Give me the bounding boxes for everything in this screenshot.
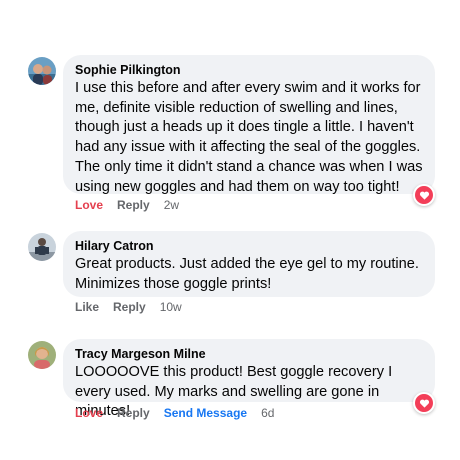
comment-text: I use this before and after every swim a… — [75, 80, 423, 195]
reaction-badge[interactable] — [413, 392, 435, 414]
send-message-button[interactable]: Send Message — [164, 405, 247, 421]
comment-author[interactable]: Hilary Catron — [75, 238, 423, 254]
comment-timestamp[interactable]: 6d — [261, 405, 274, 421]
reply-button[interactable]: Reply — [117, 197, 150, 213]
comment-bubble: Tracy Margeson Milne LOOOOOVE this produ… — [63, 339, 435, 419]
avatar[interactable] — [28, 57, 56, 85]
love-button[interactable]: Love — [75, 197, 103, 213]
comment-author[interactable]: Sophie Pilkington — [75, 62, 423, 78]
avatar[interactable] — [28, 341, 56, 369]
comment-author[interactable]: Tracy Margeson Milne — [75, 346, 423, 362]
avatar[interactable] — [28, 233, 56, 261]
comment-actions: Love Reply Send Message 6d — [75, 405, 288, 421]
comment-bubble: Sophie Pilkington I use this before and … — [63, 55, 435, 195]
love-button[interactable]: Love — [75, 405, 103, 421]
reply-button[interactable]: Reply — [117, 405, 150, 421]
heart-icon — [419, 191, 429, 200]
comment-timestamp[interactable]: 10w — [160, 299, 182, 315]
like-button[interactable]: Like — [75, 299, 99, 315]
reaction-badge[interactable] — [413, 184, 435, 206]
comment-actions: Like Reply 10w — [75, 299, 196, 315]
heart-icon — [419, 399, 429, 408]
comment-timestamp[interactable]: 2w — [164, 197, 179, 213]
reply-button[interactable]: Reply — [113, 299, 146, 315]
comment-actions: Love Reply 2w — [75, 197, 193, 213]
comment-bubble: Hilary Catron Great products. Just added… — [63, 231, 435, 297]
comment-text: Great products. Just added the eye gel t… — [75, 256, 419, 292]
